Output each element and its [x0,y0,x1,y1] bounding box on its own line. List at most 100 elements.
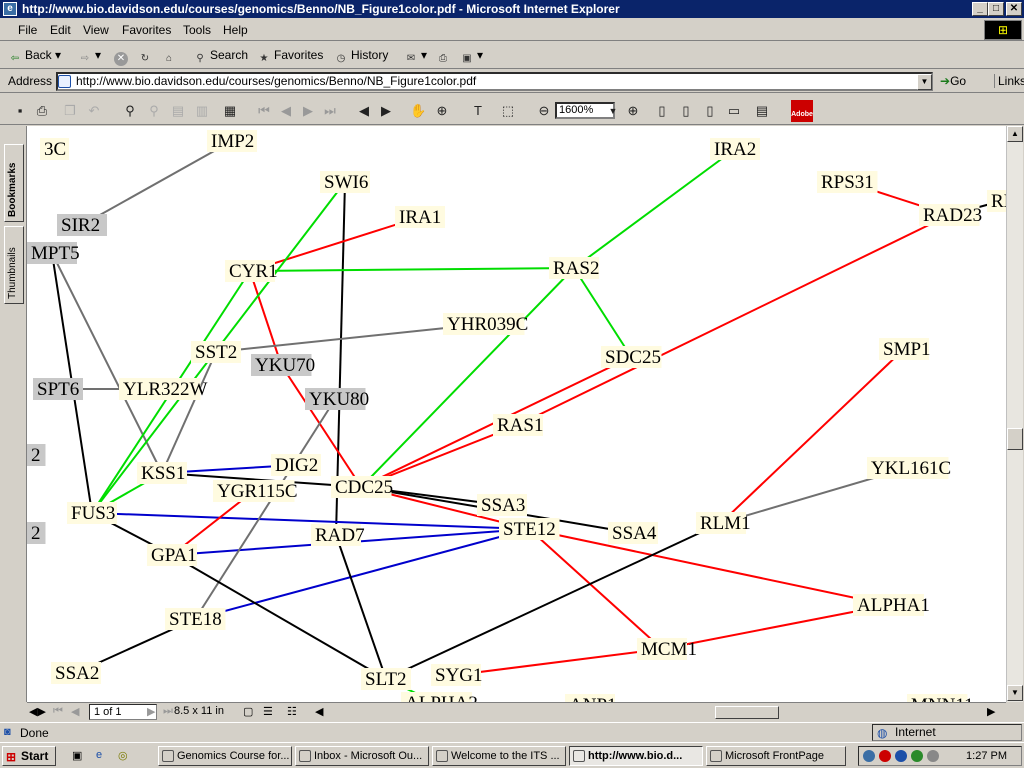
menu-view[interactable]: View [83,23,109,37]
tray-icon-4[interactable] [911,750,923,762]
node-label: GPA1 [151,545,197,566]
next-page-small-icon[interactable]: ▶ [147,705,155,718]
start-button[interactable]: ⊞ Start [2,746,56,766]
actual-size-icon[interactable]: ▯ [654,103,670,119]
first-page-small-icon[interactable]: ⏮ [53,705,63,718]
text-select-icon[interactable]: T [470,103,486,119]
go-button[interactable]: ➔Go [940,74,966,88]
node-label: SST2 [195,342,237,363]
go-back-icon[interactable]: ◀ [356,103,372,119]
node-label: IRA2 [714,139,756,160]
tray-icon-3[interactable] [895,750,907,762]
graphics-select-icon[interactable]: ⬚ [500,103,516,119]
search-web-icon[interactable]: ⚲ [146,103,162,119]
history-button[interactable]: ◷ History [334,48,389,66]
node-label: YKU80 [309,389,369,410]
print-icon[interactable]: ⎙ [34,103,50,119]
export-icon[interactable]: ▥ [194,103,210,119]
edit-icon: ▣ [462,53,472,64]
undo-icon[interactable]: ↶ [86,103,102,119]
menu-file[interactable]: File [18,23,37,37]
first-page-icon[interactable]: ⏮ [256,103,272,119]
task-frontpage[interactable]: Microsoft FrontPage [706,746,846,766]
find-icon[interactable]: ⚲ [122,103,138,119]
edge-fus3-ste12 [91,512,530,530]
tab-bookmarks[interactable]: Bookmarks [4,144,24,222]
node-label: RI [991,191,1006,212]
home-button[interactable]: ⌂ [162,48,179,66]
node-label: SSA2 [55,663,99,684]
single-page-icon[interactable]: ▢ [243,705,253,718]
scroll-down-button[interactable]: ▼ [1007,685,1023,701]
review-icon[interactable]: ▤ [754,103,770,119]
menu-tools[interactable]: Tools [183,23,211,37]
next-page-icon[interactable]: ▶ [300,103,316,119]
task-pdf-window[interactable]: http://www.bio.d... [569,746,703,766]
show-navigation-icon[interactable]: ▦ [222,103,238,119]
refresh-button[interactable]: ↻ [138,48,155,66]
pdf-document-view[interactable]: 3C IMP2 SWI6 IRA2 RPS31 RAD23 RI SIR2 MPT5 IRA1 CY… [27,126,1006,702]
zoom-in-icon[interactable]: ⊕ [625,103,641,119]
print-button[interactable]: ⎙ [436,48,453,66]
tray-icon-1[interactable] [863,750,875,762]
speaker-icon[interactable] [927,750,939,762]
mail-button[interactable]: ✉ ▾ [404,48,427,66]
node-label: 3C [44,139,66,160]
outlook-quicklaunch-icon[interactable]: ◎ [118,749,128,762]
scroll-left-icon[interactable]: ◀ [315,705,323,718]
adobe-logo-icon[interactable]: Adobe [791,100,813,122]
node-label: RAD7 [315,525,365,546]
links-button[interactable]: Links [994,74,1024,88]
ie-quicklaunch-icon[interactable]: e [96,749,102,761]
vertical-scrollbar[interactable]: ▲ ▼ [1006,126,1023,702]
hand-tool-icon[interactable]: ✋ [410,103,426,119]
node-ste12: STE12 [499,518,560,540]
address-input[interactable]: http://www.bio.davidson.edu/courses/geno… [56,72,933,91]
tab-thumbnails[interactable]: Thumbnails [4,226,24,304]
search-button[interactable]: ⚲ Search [193,48,248,66]
fit-width-icon[interactable]: ▯ [702,103,718,119]
fit-page-icon[interactable]: ▯ [678,103,694,119]
go-forward-icon[interactable]: ▶ [378,103,394,119]
menu-edit[interactable]: Edit [50,23,71,37]
minimize-button[interactable]: _ [972,2,988,16]
previous-page-icon[interactable]: ◀ [278,103,294,119]
menu-favorites[interactable]: Favorites [122,23,171,37]
node-rlm1: RLM1 [696,512,751,534]
rotate-icon[interactable]: ▭ [726,103,742,119]
zoom-dropdown-icon[interactable]: ▼ [605,103,621,119]
import-icon[interactable]: ▤ [170,103,186,119]
last-page-icon[interactable]: ⏭ [322,103,338,119]
zoom-in-tool-icon[interactable]: ⊕ [434,103,450,119]
copy-icon[interactable]: ❐ [62,103,78,119]
toggle-pane-icon[interactable]: ◀▶ [29,705,46,718]
node-sdc25: SDC25 [601,346,662,368]
maximize-button[interactable]: □ [988,2,1004,16]
menu-help[interactable]: Help [223,23,248,37]
edge-ras2-cdc25 [360,267,575,488]
close-button[interactable]: ✕ [1006,2,1022,16]
prev-page-small-icon[interactable]: ◀ [71,705,79,718]
address-dropdown-button[interactable]: ▼ [917,74,932,90]
save-icon[interactable]: ▪ [12,103,28,119]
scroll-up-button[interactable]: ▲ [1007,126,1023,142]
show-desktop-icon[interactable]: ▣ [72,749,82,762]
task-welcome-its[interactable]: Welcome to the ITS ... [432,746,566,766]
task-inbox[interactable]: Inbox - Microsoft Ou... [295,746,429,766]
vertical-scroll-thumb[interactable] [1007,428,1023,450]
horizontal-scroll-thumb[interactable] [715,706,779,719]
facing-icon[interactable]: ☷ [287,705,297,718]
node-label: RAS1 [497,415,543,436]
zoom-out-icon[interactable]: ⊖ [536,103,552,119]
navigation-pane-tabs: Bookmarks Thumbnails [0,126,27,702]
tray-icon-2[interactable] [879,750,891,762]
forward-button[interactable]: ⇨ ▾ [78,48,101,66]
task-genomics-course[interactable]: Genomics Course for... [158,746,292,766]
back-button[interactable]: ⇦ Back ▾ [8,48,61,66]
scroll-right-icon[interactable]: ▶ [987,705,995,718]
favorites-button[interactable]: ★ Favorites [257,48,324,66]
continuous-icon[interactable]: ☰ [263,705,273,718]
stop-button[interactable]: ✕ [114,48,131,66]
edit-button[interactable]: ▣ ▾ [460,48,483,66]
last-page-small-icon[interactable]: ⏭ [163,705,173,718]
